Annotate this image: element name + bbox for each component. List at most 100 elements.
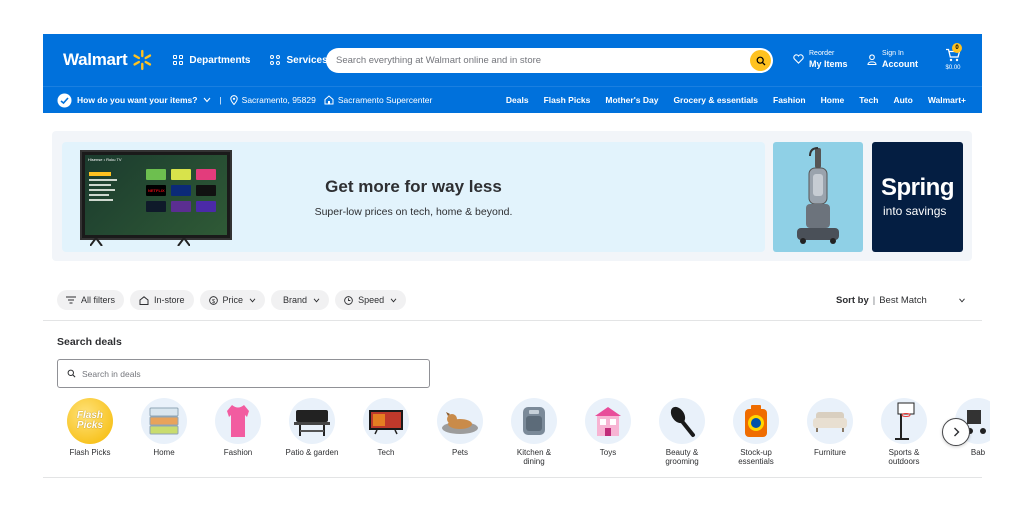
store-selector[interactable]: Sacramento Supercenter <box>324 95 432 105</box>
services-button[interactable]: Services <box>270 54 328 66</box>
flash-picks-icon: Flash Picks <box>67 398 113 444</box>
top-header: Walmart Departments Services Search ever… <box>43 34 982 86</box>
category-label-line1: Kitchen & <box>516 448 552 457</box>
hero-subtitle: Super-low prices on tech, home & beyond. <box>314 206 513 218</box>
category-label: Bab <box>970 448 986 457</box>
location-pin-icon <box>229 95 238 105</box>
basketball-hoop-icon <box>881 398 927 444</box>
category-tech[interactable]: Tech <box>350 398 422 457</box>
reorder-small-label: Reorder <box>809 50 835 57</box>
cart-count-badge: 0 <box>952 43 962 53</box>
signin-small-label: Sign In <box>882 50 904 57</box>
category-fashion[interactable]: Fashion <box>202 398 274 457</box>
price-icon: $ <box>208 295 218 305</box>
all-filters-button[interactable]: All filters <box>57 290 125 310</box>
departments-label: Departments <box>189 54 251 66</box>
category-label: Toys <box>599 448 617 457</box>
nav-link-auto[interactable]: Auto <box>893 95 912 105</box>
price-filter[interactable]: $ Price <box>199 290 266 310</box>
category-furniture[interactable]: Furniture <box>794 398 866 457</box>
search-input[interactable]: Search everything at Walmart online and … <box>336 55 750 66</box>
carousel-next-button[interactable] <box>942 418 970 446</box>
chevron-right-icon <box>953 427 959 437</box>
spark-icon <box>133 49 152 71</box>
delivery-selector[interactable]: How do you want your items? | <box>57 93 222 108</box>
chevron-down-icon <box>959 298 965 303</box>
grill-icon <box>289 398 335 444</box>
hero-banner[interactable]: Hisense • Roku TV NETFLIX Get more for w… <box>62 142 765 252</box>
nav-link-deals[interactable]: Deals <box>506 95 529 105</box>
search-deals-input[interactable]: Search in deals <box>57 359 430 388</box>
category-pets[interactable]: Pets <box>424 398 496 457</box>
location-text: Sacramento, 95829 <box>241 95 316 105</box>
spring-subtitle: into savings <box>883 204 947 218</box>
grid-icon <box>173 55 184 65</box>
sort-value: Best Match <box>879 295 927 306</box>
category-label: Pets <box>451 448 468 457</box>
walmart-logo[interactable]: Walmart <box>63 49 153 71</box>
in-store-label: In-store <box>154 295 185 305</box>
secondary-nav: How do you want your items? | Sacramento… <box>43 86 982 113</box>
cart-button[interactable]: 0 $0.00 <box>942 43 964 71</box>
category-carousel: Flash Picks Flash Picks Home Fashion Pat… <box>60 398 990 468</box>
chevron-down-icon <box>313 298 320 302</box>
category-flash-picks[interactable]: Flash Picks Flash Picks <box>60 398 126 457</box>
sort-dropdown[interactable]: Sort by | Best Match <box>836 295 966 306</box>
category-label-line1: Sports & <box>888 448 920 457</box>
search-bar[interactable]: Search everything at Walmart online and … <box>326 48 773 73</box>
category-patio-garden[interactable]: Patio & garden <box>276 398 348 457</box>
nav-link-flash-picks[interactable]: Flash Picks <box>544 95 591 105</box>
category-label: Patio & garden <box>285 448 339 457</box>
category-label-line2: dining <box>523 457 545 466</box>
nav-link-mothers-day[interactable]: Mother's Day <box>605 95 658 105</box>
hero-banner-area: Hisense • Roku TV NETFLIX Get more for w… <box>52 131 972 261</box>
spring-savings-promo[interactable]: Spring into savings <box>872 142 963 252</box>
air-fryer-icon <box>511 398 557 444</box>
speed-filter[interactable]: Speed <box>335 290 407 310</box>
search-icon <box>756 56 765 65</box>
hero-title: Get more for way less <box>325 177 502 196</box>
tv-brand-text: Hisense • Roku TV <box>88 157 122 162</box>
brand-filter[interactable]: Brand <box>271 290 330 310</box>
nav-link-grocery[interactable]: Grocery & essentials <box>673 95 758 105</box>
speed-label: Speed <box>358 295 385 305</box>
spring-title: Spring <box>881 174 955 201</box>
category-kitchen-dining[interactable]: Kitchen & dining <box>498 398 570 466</box>
account-label: Account <box>882 59 918 69</box>
reorder-big-label: My Items <box>809 59 848 69</box>
category-home[interactable]: Home <box>128 398 200 457</box>
category-toys[interactable]: Toys <box>572 398 644 457</box>
vacuum-promo[interactable] <box>773 142 863 252</box>
dollhouse-icon <box>585 398 631 444</box>
sort-separator: | <box>872 295 876 306</box>
reorder-button[interactable]: Reorder My Items <box>793 48 848 70</box>
all-filters-label: All filters <box>81 295 116 305</box>
filter-icon <box>66 296 76 304</box>
user-icon <box>867 53 877 65</box>
shirt-icon <box>215 398 261 444</box>
brand-label: Brand <box>283 295 308 305</box>
category-label: Furniture <box>813 448 846 457</box>
account-button[interactable]: Sign In Account <box>867 48 918 70</box>
nav-link-home[interactable]: Home <box>821 95 845 105</box>
category-stock-up[interactable]: Stock-up essentials <box>720 398 792 466</box>
search-button[interactable] <box>750 50 771 71</box>
nav-link-tech[interactable]: Tech <box>859 95 878 105</box>
flash-badge-line2: Picks <box>76 420 104 431</box>
services-label: Services <box>286 54 328 66</box>
nav-link-fashion[interactable]: Fashion <box>773 95 806 105</box>
nav-link-walmart-plus[interactable]: Walmart+ <box>928 95 966 105</box>
departments-button[interactable]: Departments <box>173 55 250 66</box>
hair-brush-icon <box>659 398 705 444</box>
category-beauty-grooming[interactable]: Beauty & grooming <box>646 398 718 466</box>
category-label-line1: Beauty & <box>665 448 699 457</box>
services-grid-icon <box>270 55 281 65</box>
delivery-prompt: How do you want your items? <box>77 95 198 105</box>
location-selector[interactable]: Sacramento, 95829 <box>229 95 316 105</box>
sort-label: Sort by <box>836 295 869 306</box>
store-icon <box>324 95 334 105</box>
category-label: Fashion <box>223 448 253 457</box>
in-store-filter[interactable]: In-store <box>130 290 194 310</box>
search-icon <box>67 369 76 378</box>
category-sports-outdoors[interactable]: Sports & outdoors <box>868 398 940 466</box>
